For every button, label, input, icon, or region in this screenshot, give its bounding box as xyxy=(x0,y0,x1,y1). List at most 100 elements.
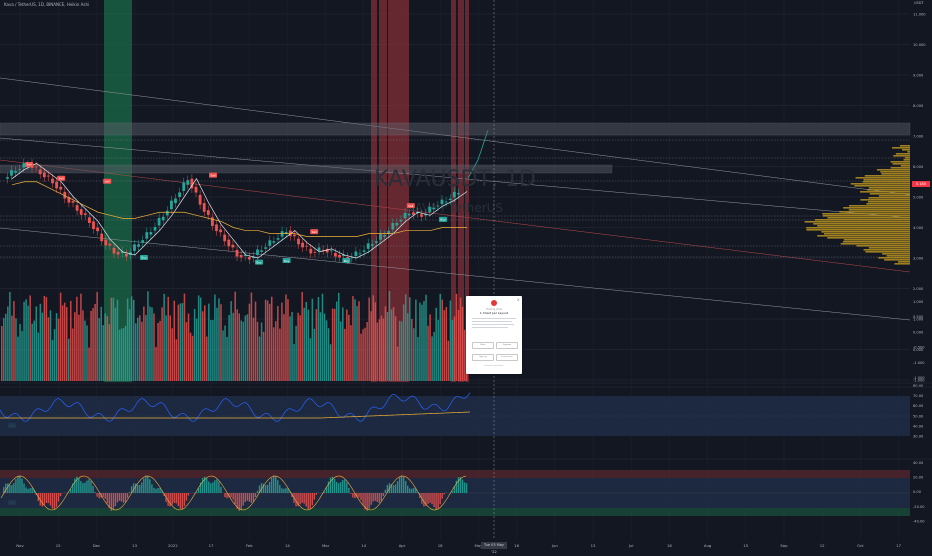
volume-bar xyxy=(372,295,374,381)
volume-bar xyxy=(25,299,27,381)
candle-body xyxy=(453,192,456,197)
volume-bar xyxy=(220,304,222,381)
signal-label: Sell xyxy=(408,204,413,208)
osc-histogram-bar xyxy=(206,479,207,493)
volume-profile-bar xyxy=(881,173,910,175)
osc-histogram-bar xyxy=(338,483,339,493)
candle-body xyxy=(445,202,448,203)
volume-bar xyxy=(439,294,441,381)
volume-profile-bar xyxy=(815,219,910,221)
volume-bar xyxy=(275,321,277,381)
dialog-title: 1 Chart per Layout xyxy=(466,311,522,315)
candle-body xyxy=(363,250,366,252)
volume-profile-bar xyxy=(896,153,910,155)
volume-bar xyxy=(460,298,462,381)
volume-bar xyxy=(425,295,427,381)
candle-body xyxy=(104,240,107,246)
volume-bar xyxy=(214,294,216,381)
volume-bar xyxy=(423,301,425,381)
volume-profile-bar xyxy=(860,199,910,201)
x-tick-label: Feb xyxy=(246,543,253,548)
volume-profile-bar xyxy=(806,229,910,231)
volume-bar xyxy=(285,295,287,381)
osc-histogram-bar xyxy=(48,493,49,503)
volume-bar xyxy=(403,304,405,381)
current-price-badge: 5.180 xyxy=(912,181,930,187)
volume-bar xyxy=(82,310,84,381)
candle-body xyxy=(92,221,95,229)
candle-body xyxy=(6,177,9,179)
volume-bar xyxy=(454,316,456,381)
volume-profile-bar xyxy=(869,187,910,189)
x-tick-label: 14 xyxy=(285,543,290,548)
volume-bar xyxy=(194,309,196,381)
volume-profile-bar xyxy=(887,255,910,257)
candle-body xyxy=(301,243,304,248)
osc-histogram-bar xyxy=(27,489,28,493)
osc-histogram-bar xyxy=(149,479,150,493)
candle-body xyxy=(391,223,394,230)
volume-profile-bar xyxy=(863,179,910,181)
candle-body xyxy=(334,253,337,257)
volume-bar xyxy=(58,319,60,381)
volume-bar xyxy=(216,308,218,381)
volume-bar xyxy=(113,298,115,381)
volume-bar xyxy=(444,310,446,381)
volume-bar xyxy=(391,309,393,381)
osc-histogram-bar xyxy=(312,493,313,505)
volume-bar xyxy=(265,300,267,381)
osc-histogram-bar xyxy=(113,493,114,510)
volume-profile-bar xyxy=(824,233,910,235)
osc-histogram-bar xyxy=(462,480,463,493)
volume-tick-label: -1.500 xyxy=(913,376,925,380)
x-tick-label: 12 xyxy=(820,543,825,548)
osc-histogram-bar xyxy=(368,493,369,509)
candle-body xyxy=(355,251,358,255)
volume-profile-bar xyxy=(864,249,910,251)
volume-bar xyxy=(163,294,165,381)
volume-bar xyxy=(255,302,257,381)
volume-bar xyxy=(13,301,15,381)
volume-bar xyxy=(303,308,305,381)
signal-label: Buy xyxy=(256,260,262,264)
volume-bar xyxy=(137,318,139,381)
osc-histogram-bar xyxy=(11,485,12,493)
volume-bar xyxy=(1,326,3,381)
price-chart[interactable]: KAVAUSDT, 1D KAVA / TetherUS SellSellSel… xyxy=(0,0,932,550)
volume-bar xyxy=(281,303,283,381)
osc-histogram-bar xyxy=(117,493,118,502)
upgrade-dialog[interactable]: × Trading View 1 Chart per Layout Basic … xyxy=(466,296,522,374)
price-tick-label: 7.000 xyxy=(913,135,924,139)
candle-body xyxy=(314,252,317,253)
volume-profile-bar xyxy=(822,213,910,215)
candle-body xyxy=(158,218,161,226)
volume-bar xyxy=(56,313,58,381)
upgrade-button[interactable]: Upgrade xyxy=(496,342,518,349)
close-icon[interactable]: × xyxy=(517,297,520,302)
volume-bar xyxy=(94,304,96,381)
volume-bar xyxy=(196,319,198,381)
volume-bar xyxy=(151,307,153,381)
osc-histogram-bar xyxy=(103,493,104,497)
osc-histogram-bar xyxy=(251,493,252,503)
candle-body xyxy=(14,171,17,173)
volume-bar xyxy=(192,336,194,381)
volume-profile-bar xyxy=(877,169,910,171)
volume-bar xyxy=(135,323,137,381)
volume-bar xyxy=(68,339,70,381)
volume-bar xyxy=(354,299,356,381)
candle-body xyxy=(297,239,300,245)
basic-button[interactable]: Basic xyxy=(472,342,494,349)
osc-histogram-bar xyxy=(19,475,20,493)
learn-more-button[interactable]: Learn more xyxy=(496,354,518,361)
osc-histogram-bar xyxy=(281,488,282,493)
osc-histogram-bar xyxy=(178,493,179,506)
osc-tick-label: 40.00 xyxy=(913,461,924,465)
x-tick-label: 17 xyxy=(896,543,901,548)
osc-histogram-bar xyxy=(80,481,81,493)
volume-bar xyxy=(40,304,42,381)
volume-bar xyxy=(46,297,48,381)
volume-bar xyxy=(433,332,435,381)
volume-bar xyxy=(107,316,109,381)
signup-button[interactable]: Sign up xyxy=(472,354,494,361)
